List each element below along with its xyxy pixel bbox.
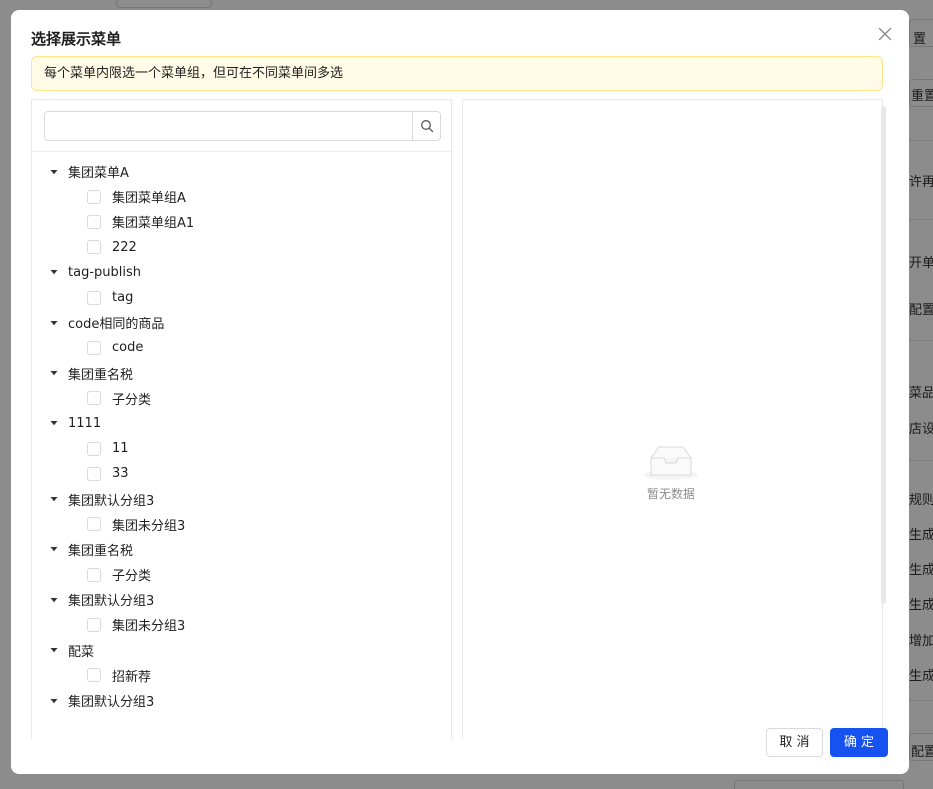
search-divider xyxy=(32,151,451,152)
leaf-checkbox[interactable] xyxy=(87,567,101,582)
leaf-checkbox[interactable] xyxy=(87,391,101,406)
tree-group[interactable]: 集团菜单A xyxy=(32,159,451,184)
empty-inbox-icon xyxy=(644,446,698,480)
empty-text: 暂无数据 xyxy=(646,487,695,501)
caret-down-icon[interactable] xyxy=(50,697,58,705)
leaf-checkbox[interactable] xyxy=(87,517,101,532)
caret-down-icon[interactable] xyxy=(50,168,58,176)
leaf-checkbox[interactable] xyxy=(87,340,101,355)
caret-down-icon[interactable] xyxy=(50,545,58,553)
tree-leaf[interactable]: code xyxy=(32,335,451,360)
leaf-checkbox[interactable] xyxy=(87,617,101,632)
tree-leaf-label: 集团未分组3 xyxy=(112,619,186,635)
select-menu-modal: 选择展示菜单 每个菜单内限选一个菜单组，但可在不同菜单间多选 集团菜单A 集团菜… xyxy=(11,10,909,774)
tree-leaf[interactable]: 子分类 xyxy=(32,386,451,411)
modal-title: 选择展示菜单 xyxy=(31,30,122,48)
tree-leaf[interactable]: 集团菜单组A xyxy=(32,184,451,209)
search-button[interactable] xyxy=(412,112,440,140)
tree-leaf[interactable]: 11 xyxy=(32,436,451,461)
tree-leaf[interactable]: 集团未分组3 xyxy=(32,612,451,637)
tree-leaf-label: 33 xyxy=(112,466,129,482)
caret-down-icon[interactable] xyxy=(50,596,58,604)
caret-down-icon[interactable] xyxy=(50,646,58,654)
tree-group-label: 集团重名税 xyxy=(68,543,134,559)
tree-group-label: 集团默认分组3 xyxy=(68,493,155,509)
tree-group[interactable]: tag-publish xyxy=(32,260,451,285)
leaf-checkbox[interactable] xyxy=(87,290,101,305)
tree-group-label: 集团菜单A xyxy=(68,166,129,182)
tree-leaf[interactable]: tag xyxy=(32,285,451,310)
tree-group-label: 集团默认分组3 xyxy=(68,695,155,711)
tree-leaf[interactable]: 集团菜单组A1 xyxy=(32,209,451,234)
tree-leaf-label: 子分类 xyxy=(112,392,152,408)
tree-leaf-label: 集团未分组3 xyxy=(112,518,186,534)
caret-down-icon[interactable] xyxy=(50,369,58,377)
leaf-checkbox[interactable] xyxy=(87,466,101,481)
tree-leaf-label: 11 xyxy=(112,441,129,457)
tree-leaf-label: 子分类 xyxy=(112,569,152,585)
search-icon xyxy=(420,120,433,133)
tree-group-label: 1111 xyxy=(68,415,102,431)
tree-leaf-label: 集团菜单组A xyxy=(112,191,186,207)
tree-group[interactable]: 集团默认分组3 xyxy=(32,587,451,612)
leaf-checkbox[interactable] xyxy=(87,214,101,229)
tree-group[interactable]: 1111 xyxy=(32,411,451,436)
caret-down-icon[interactable] xyxy=(50,419,58,427)
selected-panel xyxy=(462,99,883,739)
tree-group-label: 配菜 xyxy=(68,644,95,660)
tree-group-label: 集团重名税 xyxy=(68,367,134,383)
tree-group-label: tag-publish xyxy=(68,264,141,280)
close-button[interactable] xyxy=(875,24,895,44)
notice-banner: 每个菜单内限选一个菜单组，但可在不同菜单间多选 xyxy=(31,56,883,91)
tree-leaf[interactable]: 222 xyxy=(32,235,451,260)
close-icon xyxy=(878,27,892,41)
caret-down-icon[interactable] xyxy=(50,268,58,276)
leaf-checkbox[interactable] xyxy=(87,668,101,683)
tree-leaf[interactable]: 33 xyxy=(32,461,451,486)
tree-leaf-label: code xyxy=(112,340,144,356)
tree-group[interactable]: 集团默认分组3 xyxy=(32,688,451,713)
tree-leaf[interactable]: 招新荐 xyxy=(32,663,451,688)
tree-group[interactable]: 配菜 xyxy=(32,638,451,663)
tree-group-label: 集团默认分组3 xyxy=(68,594,155,610)
tree-leaf-label: 集团菜单组A1 xyxy=(112,216,195,232)
tree-leaf[interactable]: 集团未分组3 xyxy=(32,512,451,537)
tree-group[interactable]: 集团重名税 xyxy=(32,361,451,386)
scrollbar[interactable] xyxy=(881,106,886,604)
tree-group[interactable]: 集团重名税 xyxy=(32,537,451,562)
menu-tree-panel: 集团菜单A 集团菜单组A 集团菜单组A1 222 tag-publish tag… xyxy=(31,99,452,739)
cancel-button[interactable]: 取 消 xyxy=(766,728,823,757)
tree-leaf[interactable]: 子分类 xyxy=(32,562,451,587)
tree-leaf-label: tag xyxy=(112,290,134,306)
caret-down-icon[interactable] xyxy=(50,319,58,327)
tree-group[interactable]: 集团默认分组3 xyxy=(32,486,451,511)
leaf-checkbox[interactable] xyxy=(87,240,101,255)
search-box xyxy=(44,111,441,141)
tree-group-label: code相同的商品 xyxy=(68,317,165,333)
leaf-checkbox[interactable] xyxy=(87,189,101,204)
confirm-button[interactable]: 确 定 xyxy=(830,728,888,757)
menu-tree: 集团菜单A 集团菜单组A 集团菜单组A1 222 tag-publish tag… xyxy=(32,159,451,713)
tree-leaf-label: 招新荐 xyxy=(112,669,152,685)
search-input[interactable] xyxy=(45,112,413,140)
leaf-checkbox[interactable] xyxy=(87,441,101,456)
tree-leaf-label: 222 xyxy=(112,239,137,255)
caret-down-icon[interactable] xyxy=(50,495,58,503)
empty-state: 暂无数据 xyxy=(619,442,723,502)
tree-group[interactable]: code相同的商品 xyxy=(32,310,451,335)
